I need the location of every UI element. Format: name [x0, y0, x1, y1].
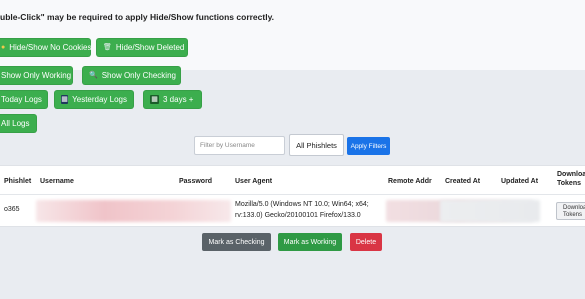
yesterday-logs-button[interactable]: ▦ Yesterday Logs	[54, 90, 134, 109]
cookie-icon: ●	[1, 44, 6, 51]
notice-text: uble-Click" may be required to apply Hid…	[0, 12, 275, 22]
phishlet-select[interactable]: All Phishlets	[289, 134, 344, 156]
three-days-label: 3 days +	[163, 95, 194, 104]
header-password: Password	[179, 178, 213, 185]
trash-icon: 🗑	[103, 44, 112, 51]
all-logs-button[interactable]: All Logs	[0, 114, 37, 133]
row-phishlet: o365	[4, 206, 20, 213]
calendar-range-icon: ▦	[150, 95, 159, 104]
calendar-icon: ▦	[61, 95, 69, 104]
today-logs-label: Today Logs	[1, 95, 42, 104]
show-only-working-button[interactable]: Show Only Working	[0, 66, 73, 85]
apply-filters-button[interactable]: Apply Filters	[347, 137, 390, 155]
today-logs-button[interactable]: Today Logs	[0, 90, 48, 109]
username-redacted	[36, 200, 231, 222]
three-days-button[interactable]: ▦ 3 days +	[143, 90, 202, 109]
mark-as-working-label: Mark as Working	[283, 238, 337, 246]
header-username: Username	[40, 178, 74, 185]
apply-filters-label: Apply Filters	[350, 142, 387, 150]
username-filter-input[interactable]	[194, 136, 285, 155]
mark-as-working-button[interactable]: Mark as Working	[278, 233, 342, 251]
show-only-checking-label: Show Only Checking	[101, 71, 176, 80]
header-remote-addr: Remote Addr	[388, 178, 432, 185]
hide-deleted-label: Hide/Show Deleted	[115, 43, 185, 52]
notice-banner: uble-Click" may be required to apply Hid…	[0, 0, 585, 70]
header-download-tokens: Download Tokens	[557, 171, 585, 187]
header-divider	[0, 194, 585, 195]
delete-label: Delete	[355, 238, 377, 246]
dates-redacted	[440, 200, 540, 222]
delete-button[interactable]: Delete	[350, 233, 382, 251]
show-only-checking-button[interactable]: 🔍 Show Only Checking	[82, 66, 181, 85]
phishlet-select-value: All Phishlets	[296, 140, 337, 150]
download-tokens-button[interactable]: Download Tokens	[556, 202, 585, 220]
row-user-agent-line1: Mozilla/5.0 (Windows NT 10.0; Win64; x64…	[235, 201, 369, 208]
mark-as-checking-button[interactable]: Mark as Checking	[202, 233, 271, 251]
header-phishlet: Phishlet	[4, 178, 32, 185]
hide-no-cookies-label: Hide/Show No Cookies	[9, 43, 92, 52]
all-logs-label: All Logs	[1, 119, 30, 128]
header-updated-at: Updated At	[501, 178, 539, 185]
search-icon: 🔍	[89, 72, 98, 79]
yesterday-logs-label: Yesterday Logs	[72, 95, 127, 104]
row-user-agent-line2: rv:133.0) Gecko/20100101 Firefox/133.0	[235, 212, 361, 219]
download-tokens-label: Download Tokens	[563, 205, 585, 218]
hide-deleted-button[interactable]: 🗑 Hide/Show Deleted	[96, 38, 188, 57]
header-created-at: Created At	[445, 178, 481, 185]
hide-no-cookies-button[interactable]: ● Hide/Show No Cookies	[0, 38, 92, 57]
header-user-agent: User Agent	[235, 178, 273, 185]
mark-as-checking-label: Mark as Checking	[208, 238, 265, 246]
show-only-working-label: Show Only Working	[1, 71, 72, 80]
